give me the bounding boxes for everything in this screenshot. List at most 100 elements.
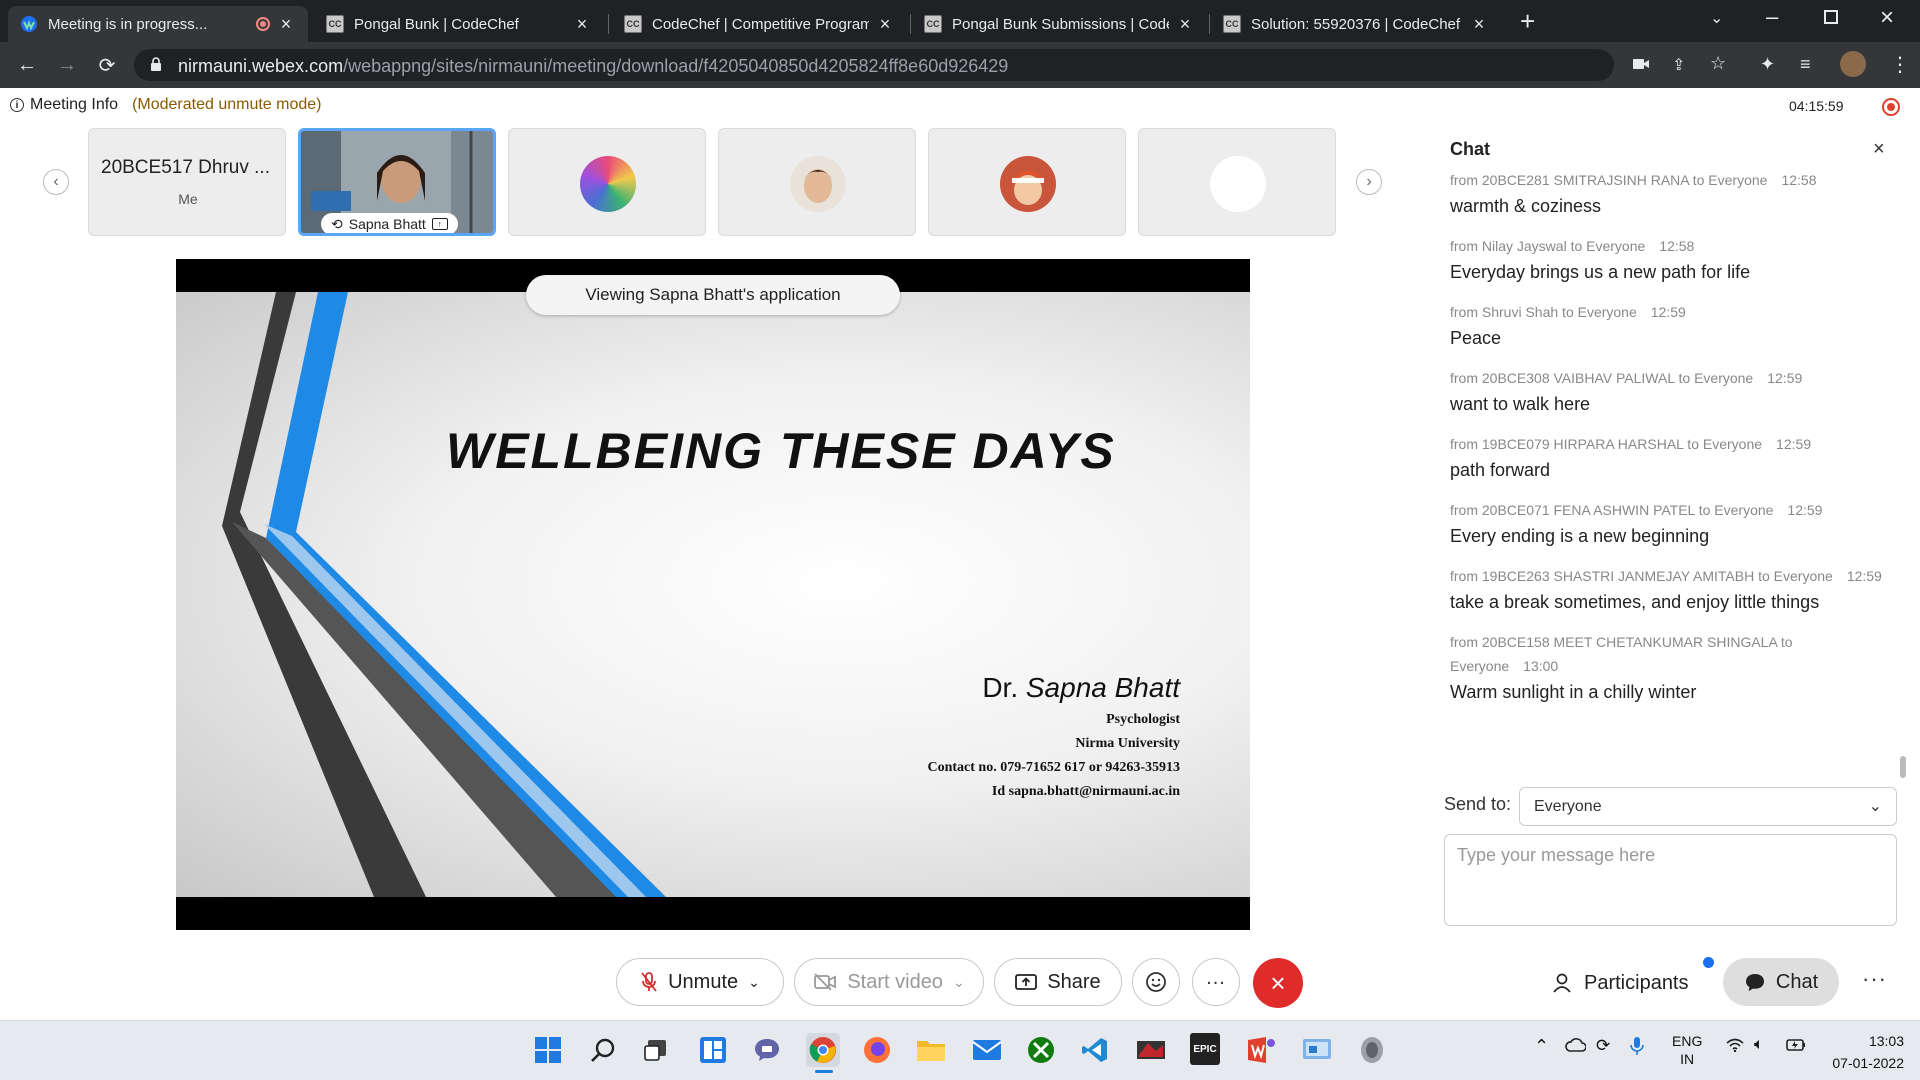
browser-menu-icon[interactable]: ⋮ (1890, 52, 1910, 77)
tab-meeting[interactable]: Meeting is in progress... × (8, 6, 308, 42)
presenter-video-thumbnail[interactable]: ⟲ Sapna Bhatt ↑ (298, 128, 496, 236)
office-icon[interactable] (1244, 1033, 1278, 1067)
back-icon[interactable]: ← (14, 52, 40, 78)
chat-scrollbar[interactable] (1900, 756, 1906, 778)
slide-presenter-name: Dr. Sapna Bhatt (982, 672, 1180, 703)
tray-chevron-up-icon[interactable]: ⌃ (1534, 1036, 1549, 1057)
slide-stripes-graphic (222, 292, 666, 897)
send-to-select[interactable]: Everyone ⌄ (1519, 787, 1897, 826)
leave-meeting-button[interactable]: × (1253, 958, 1303, 1008)
chat-message: from 20BCE308 VAIBHAV PALIWAL to Everyon… (1450, 366, 1890, 416)
reload-icon[interactable]: ⟳ (94, 52, 120, 78)
tab-codechef[interactable]: CC CodeChef | Competitive Program × (612, 6, 907, 42)
tab-search-chevron-icon[interactable]: ⌄ (1710, 8, 1723, 28)
file-explorer-icon[interactable] (914, 1033, 948, 1067)
restore-icon[interactable] (1824, 10, 1838, 24)
chat-message: from 19BCE263 SHASTRI JANMEJAY AMITABH t… (1450, 564, 1890, 614)
tab-title: CodeChef | Competitive Program (652, 15, 869, 33)
lock-icon[interactable] (150, 57, 162, 72)
url-field[interactable]: nirmauni.webex.com/webappng/sites/nirmau… (134, 49, 1726, 81)
control-panel-icon[interactable] (1300, 1033, 1334, 1067)
vscode-icon[interactable] (1078, 1033, 1112, 1067)
thumbnails-next-icon[interactable]: › (1356, 169, 1382, 195)
app-icon[interactable] (1355, 1033, 1389, 1067)
volume-icon[interactable]: 🔈︎ (1754, 1036, 1764, 1054)
share-button[interactable]: Share (994, 958, 1122, 1006)
close-tab-icon[interactable]: × (1469, 14, 1489, 35)
tab-pongal-submissions[interactable]: CC Pongal Bunk Submissions | Codec × (912, 6, 1207, 42)
mail-icon[interactable] (970, 1033, 1004, 1067)
message-sender: from 20BCE308 VAIBHAV PALIWAL to Everyon… (1450, 370, 1803, 386)
bookmark-star-icon[interactable]: ☆ (1710, 53, 1726, 74)
start-video-button[interactable]: Start video ⌄ (794, 958, 984, 1006)
sharing-icon: ↑ (431, 218, 448, 230)
onedrive-cloud-icon[interactable] (1564, 1038, 1586, 1052)
close-tab-icon[interactable]: × (1175, 14, 1195, 35)
firefox-icon[interactable] (860, 1033, 894, 1067)
sync-icon[interactable]: ⟳ (1596, 1036, 1610, 1056)
message-sender: from Nilay Jayswal to Everyone 12:58 (1450, 238, 1695, 254)
battery-icon[interactable] (1786, 1038, 1806, 1052)
widgets-icon[interactable] (696, 1033, 730, 1067)
profile-avatar[interactable] (1840, 51, 1866, 77)
reactions-button[interactable] (1132, 958, 1180, 1006)
tab-solution[interactable]: CC Solution: 55920376 | CodeChef × (1211, 6, 1501, 42)
meeting-info[interactable]: i Meeting Info (Moderated unmute mode) (10, 96, 322, 114)
person-icon (1552, 972, 1574, 994)
minimize-icon[interactable]: – (1766, 4, 1778, 30)
message-text: Peace (1450, 328, 1502, 348)
recording-dot-icon (256, 17, 270, 31)
close-tab-icon[interactable]: × (875, 14, 895, 35)
language-indicator[interactable]: ENG IN (1672, 1032, 1702, 1068)
unmute-button[interactable]: Unmute ⌄ (616, 958, 784, 1006)
search-icon[interactable] (586, 1033, 620, 1067)
task-view-icon[interactable] (640, 1033, 674, 1067)
info-icon: i (10, 98, 24, 112)
message-text: want to walk here (1450, 394, 1591, 414)
share-page-icon[interactable]: ⇪ (1672, 55, 1685, 75)
sync-icon: ⟲ (331, 215, 343, 232)
tab-pongal-bunk[interactable]: CC Pongal Bunk | CodeChef × (314, 6, 604, 42)
chat-message-input[interactable] (1444, 834, 1897, 926)
start-windows-icon[interactable] (531, 1033, 565, 1067)
participant-thumbnail[interactable] (928, 128, 1126, 236)
chrome-icon[interactable] (806, 1033, 840, 1067)
extensions-puzzle-icon[interactable]: ✦ (1760, 54, 1775, 75)
forward-icon[interactable]: → (54, 52, 80, 78)
tab-title: Meeting is in progress... (48, 15, 208, 33)
red-app-icon[interactable] (1134, 1033, 1168, 1067)
chat-button[interactable]: Chat (1723, 958, 1839, 1006)
clock[interactable]: 13:03 07-01-2022 (1822, 1030, 1904, 1074)
epic-games-icon[interactable]: EPIC (1190, 1033, 1220, 1065)
more-options-button[interactable]: ... (1192, 958, 1240, 1006)
participant-thumbnail[interactable] (508, 128, 706, 236)
panel-more-icon[interactable]: ··· (1862, 966, 1887, 992)
participant-thumbnail[interactable] (1138, 128, 1336, 236)
participants-button[interactable]: Participants (1552, 965, 1689, 1001)
region-label: IN (1680, 1051, 1695, 1067)
presentation-slide: WELLBEING THESE DAYS Dr. Sapna Bhatt Psy… (176, 292, 1250, 897)
self-thumbnail[interactable]: 20BCE517 Dhruv ... Me (88, 128, 286, 236)
browser-tab-bar: Meeting is in progress... × CC Pongal Bu… (0, 0, 1920, 42)
participant-thumbnail[interactable] (718, 128, 916, 236)
camera-blocked-icon[interactable] (1632, 57, 1650, 71)
message-text: path forward (1450, 460, 1551, 480)
tab-divider (1209, 14, 1210, 34)
tab-title: Pongal Bunk Submissions | Codec (952, 15, 1169, 33)
meeting-timer: 04:15:59 (1789, 98, 1844, 114)
xbox-icon[interactable] (1024, 1033, 1058, 1067)
slide-role: Psychologist (1106, 712, 1180, 727)
new-tab-icon[interactable]: + (1520, 6, 1535, 37)
thumbnails-prev-icon[interactable]: ‹ (43, 169, 69, 195)
chevron-down-icon: ⌄ (1868, 798, 1882, 815)
close-chat-icon[interactable]: × (1873, 138, 1885, 161)
chat-message-list[interactable]: from 20BCE281 SMITRAJSINH RANA to Everyo… (1450, 168, 1890, 780)
wifi-icon[interactable] (1726, 1038, 1744, 1052)
teams-chat-icon[interactable] (750, 1033, 784, 1067)
close-window-icon[interactable]: × (1880, 4, 1894, 32)
media-control-icon[interactable]: ≡ (1800, 54, 1811, 75)
close-tab-icon[interactable]: × (276, 14, 296, 35)
close-tab-icon[interactable]: × (572, 14, 592, 35)
microphone-icon[interactable] (1630, 1036, 1644, 1056)
codechef-favicon-icon: CC (924, 15, 942, 33)
